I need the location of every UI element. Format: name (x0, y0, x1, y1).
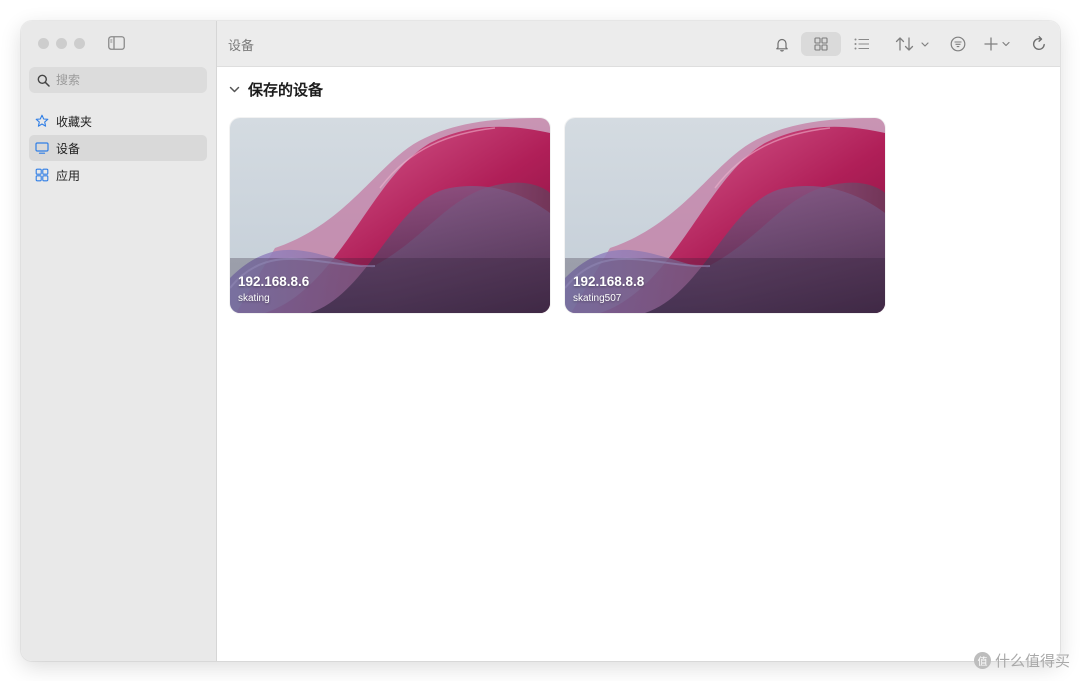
zoom-window-button[interactable] (74, 38, 85, 49)
device-ip: 192.168.8.8 (573, 274, 645, 289)
device-card[interactable]: 192.168.8.8 skating507 (565, 118, 885, 313)
window-controls (38, 38, 85, 49)
star-icon (35, 114, 49, 127)
list-view-icon (854, 38, 869, 50)
sort-icon (895, 37, 929, 51)
watermark-logo-icon: 值 (973, 652, 991, 669)
list-view-button[interactable] (850, 32, 874, 56)
watermark-text: 什么值得买 (994, 653, 1070, 670)
refresh-button[interactable] (1027, 32, 1051, 56)
close-window-button[interactable] (38, 38, 49, 49)
sidebar-item-apps[interactable]: 应用 (29, 162, 207, 188)
sidebar-nav: 收藏夹 设备 应用 (29, 108, 207, 189)
watermark: 值 什么值得买 (973, 650, 1070, 671)
sort-button[interactable] (894, 32, 934, 56)
search-field[interactable] (29, 67, 207, 93)
search-input[interactable] (56, 73, 196, 87)
refresh-icon (1032, 36, 1045, 51)
sidebar: 收藏夹 设备 应用 (21, 21, 217, 661)
sidebar-item-devices[interactable]: 设备 (29, 135, 207, 161)
toolbar-title: 设备 (228, 38, 255, 53)
saved-devices-header[interactable]: 保存的设备 (229, 79, 323, 100)
toolbar: 设备 (217, 21, 1060, 67)
grid-view-icon (814, 37, 828, 51)
chevron-down-icon[interactable] (229, 84, 240, 95)
app-window: 收藏夹 设备 应用 设备 (21, 21, 1060, 661)
device-card[interactable]: 192.168.8.6 skating (230, 118, 550, 313)
device-name: skating507 (573, 293, 622, 304)
add-icon (984, 37, 1010, 51)
apps-grid-icon (35, 168, 49, 182)
sidebar-item-label: 设备 (56, 141, 81, 156)
sidebar-item-label: 应用 (56, 168, 81, 183)
bell-icon (776, 38, 788, 52)
device-name: skating (238, 293, 270, 304)
sidebar-toggle-icon[interactable] (108, 36, 125, 50)
sidebar-item-favorites[interactable]: 收藏夹 (29, 108, 207, 134)
filter-icon (950, 36, 966, 52)
display-icon (35, 142, 49, 154)
notifications-button[interactable] (771, 32, 793, 56)
device-ip: 192.168.8.6 (238, 274, 310, 289)
search-icon (37, 74, 50, 87)
minimize-window-button[interactable] (56, 38, 67, 49)
add-device-button[interactable] (983, 32, 1017, 56)
sidebar-item-label: 收藏夹 (56, 114, 93, 129)
section-title: 保存的设备 (248, 82, 324, 99)
filter-button[interactable] (946, 32, 970, 56)
main-content: 设备 保存的设备 192.168.8.6 skating 192.168.8.8… (217, 21, 1060, 661)
grid-view-button[interactable] (801, 32, 841, 56)
device-cards: 192.168.8.6 skating 192.168.8.8 skating5… (230, 118, 885, 313)
